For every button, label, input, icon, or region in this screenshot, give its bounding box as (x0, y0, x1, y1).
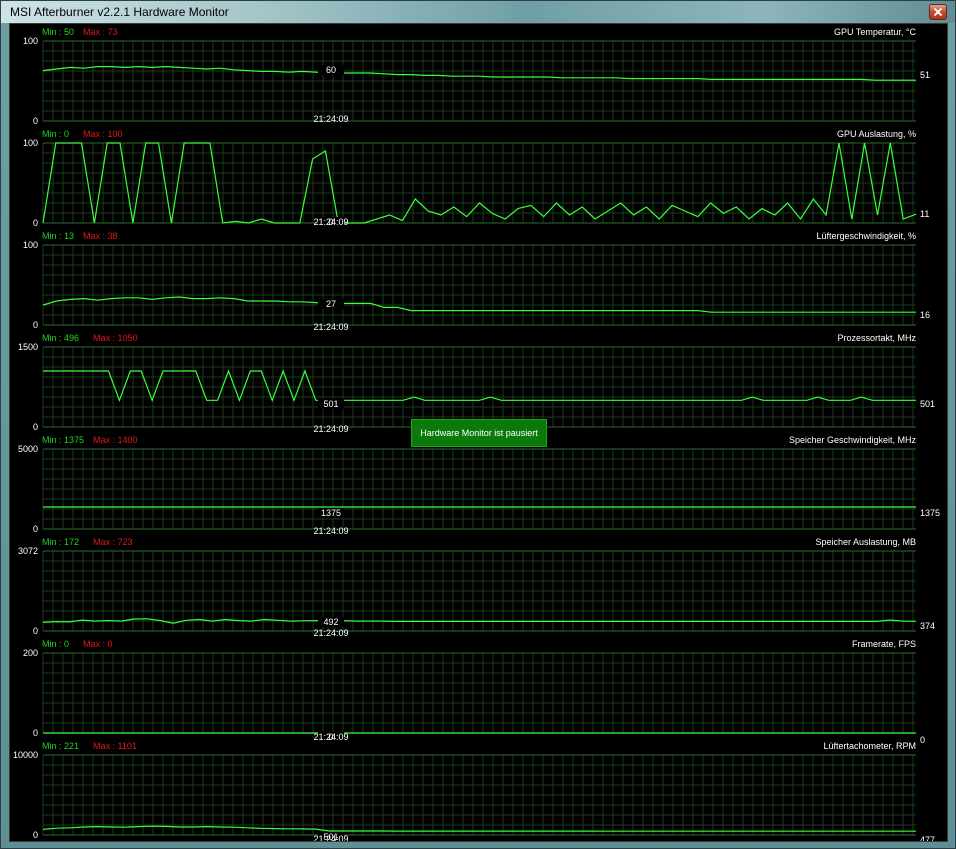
max-label: Max : 1050 (93, 333, 138, 343)
max-label: Max : 1101 (93, 741, 137, 751)
y-axis-max-label: 100 (22, 36, 38, 46)
graph-plot (42, 754, 916, 836)
hardware-monitor-window: MSI Afterburner v2.2.1 Hardware Monitor … (0, 0, 956, 849)
panel-title: Lüftertachometer, RPM (823, 741, 916, 751)
panel-title: GPU Auslastung, % (836, 129, 916, 139)
y-axis-max-label: 200 (22, 648, 38, 658)
series-line (42, 65, 916, 81)
panel-title: GPU Temperatur, °C (834, 27, 916, 37)
panel-title: Lüftergeschwindigkeit, % (816, 231, 916, 241)
min-label: Min : 0 (42, 129, 70, 139)
close-icon (933, 7, 943, 17)
time-label: 21:24:09 (313, 114, 349, 124)
graph-panel[interactable]: Min : 13 Max : 38 Lüftergeschwindigkeit, %… (10, 228, 947, 332)
current-value: 11 (920, 209, 930, 219)
max-label: Max : 100 (83, 129, 123, 139)
current-value: 1375 (920, 508, 941, 518)
y-axis-min-label: 0 (32, 320, 38, 330)
graph-panel[interactable]: Min : 496 Max : 1050 Prozessortakt, MHz 150… (10, 330, 947, 434)
graph-panel[interactable]: Min : 50 Max : 73 GPU Temperatur, °C 100 0 60… (10, 24, 947, 126)
graph-plot (42, 550, 917, 632)
graph-panel[interactable]: Min : 0 Max : 0 Framerate, FPS 200 0 0 0 21:24:… (10, 636, 947, 745)
min-label: Min : 50 (42, 27, 75, 37)
max-label: Max : 1400 (93, 435, 138, 445)
graph-panel[interactable]: Min : 221 Max : 1101 Lüftertachometer, RPM… (10, 738, 947, 842)
max-label: Max : 38 (83, 231, 118, 241)
y-axis-max-label: 1500 (17, 342, 38, 352)
cursor-value: 492 (318, 617, 344, 627)
cursor-value: 27 (318, 299, 344, 309)
graph-plot (42, 652, 916, 734)
min-label: Min : 496 (42, 333, 80, 343)
graph-plot (42, 40, 916, 122)
title-bar[interactable]: MSI Afterburner v2.2.1 Hardware Monitor (1, 1, 955, 23)
y-axis-max-label: 3072 (17, 546, 38, 556)
time-label: 21:24:09 (313, 217, 349, 227)
y-axis-max-label: 100 (22, 138, 38, 148)
current-value: 501 (920, 399, 936, 409)
y-axis-min-label: 0 (32, 524, 38, 534)
y-axis-min-label: 0 (32, 626, 38, 636)
monitor-client-area[interactable]: Min : 50 Max : 73 GPU Temperatur, °C 100 0 60… (9, 23, 948, 842)
series-line (43, 369, 916, 403)
y-axis-min-label: 0 (32, 728, 38, 738)
panel-title: Prozessortakt, MHz (837, 333, 916, 343)
min-label: Min : 221 (42, 741, 80, 751)
graph-plot (42, 244, 916, 326)
time-label: 21:24:09 (313, 834, 349, 842)
y-axis-max-label: 100 (22, 240, 38, 250)
cursor-value: 60 (318, 65, 344, 75)
current-value: 51 (920, 70, 931, 80)
cursor-value: 501 (318, 399, 344, 409)
panel-title: Framerate, FPS (851, 639, 916, 649)
min-label: Min : 13 (42, 231, 75, 241)
graph-panel[interactable]: Min : 172 Max : 723 Speicher Auslastung, M… (10, 534, 947, 638)
y-axis-min-label: 0 (32, 218, 38, 228)
current-value: 477 (920, 835, 936, 842)
graph-plot (42, 346, 916, 428)
max-label: Max : 0 (83, 639, 113, 649)
y-axis-max-label: 5000 (17, 444, 38, 454)
graph-plot (42, 448, 916, 530)
y-axis-max-label: 10000 (12, 750, 38, 760)
graph-plot (42, 142, 917, 224)
close-button[interactable] (929, 4, 947, 20)
window-title: MSI Afterburner v2.2.1 Hardware Monitor (10, 5, 229, 19)
paused-badge: Hardware Monitor ist pausiert (411, 419, 547, 447)
current-value: 16 (920, 310, 931, 320)
y-axis-min-label: 0 (32, 422, 38, 432)
graph-panel[interactable]: Min : 1375 Max : 1400 Speicher Geschwindig… (10, 432, 947, 536)
cursor-value: 1375 (318, 508, 344, 518)
min-label: Min : 0 (42, 639, 70, 649)
panel-title: Speicher Geschwindigkeit, MHz (788, 435, 916, 445)
current-value: 374 (920, 621, 936, 631)
min-label: Min : 172 (42, 537, 80, 547)
max-label: Max : 723 (93, 537, 133, 547)
max-label: Max : 73 (83, 27, 118, 37)
panel-title: Speicher Auslastung, MB (815, 537, 916, 547)
series-line (42, 825, 916, 832)
y-axis-min-label: 0 (32, 830, 38, 840)
graph-panel[interactable]: Min : 0 Max : 100 GPU Auslastung, % 100 0 0 11… (10, 126, 947, 228)
y-axis-min-label: 0 (32, 116, 38, 126)
min-label: Min : 1375 (42, 435, 85, 445)
